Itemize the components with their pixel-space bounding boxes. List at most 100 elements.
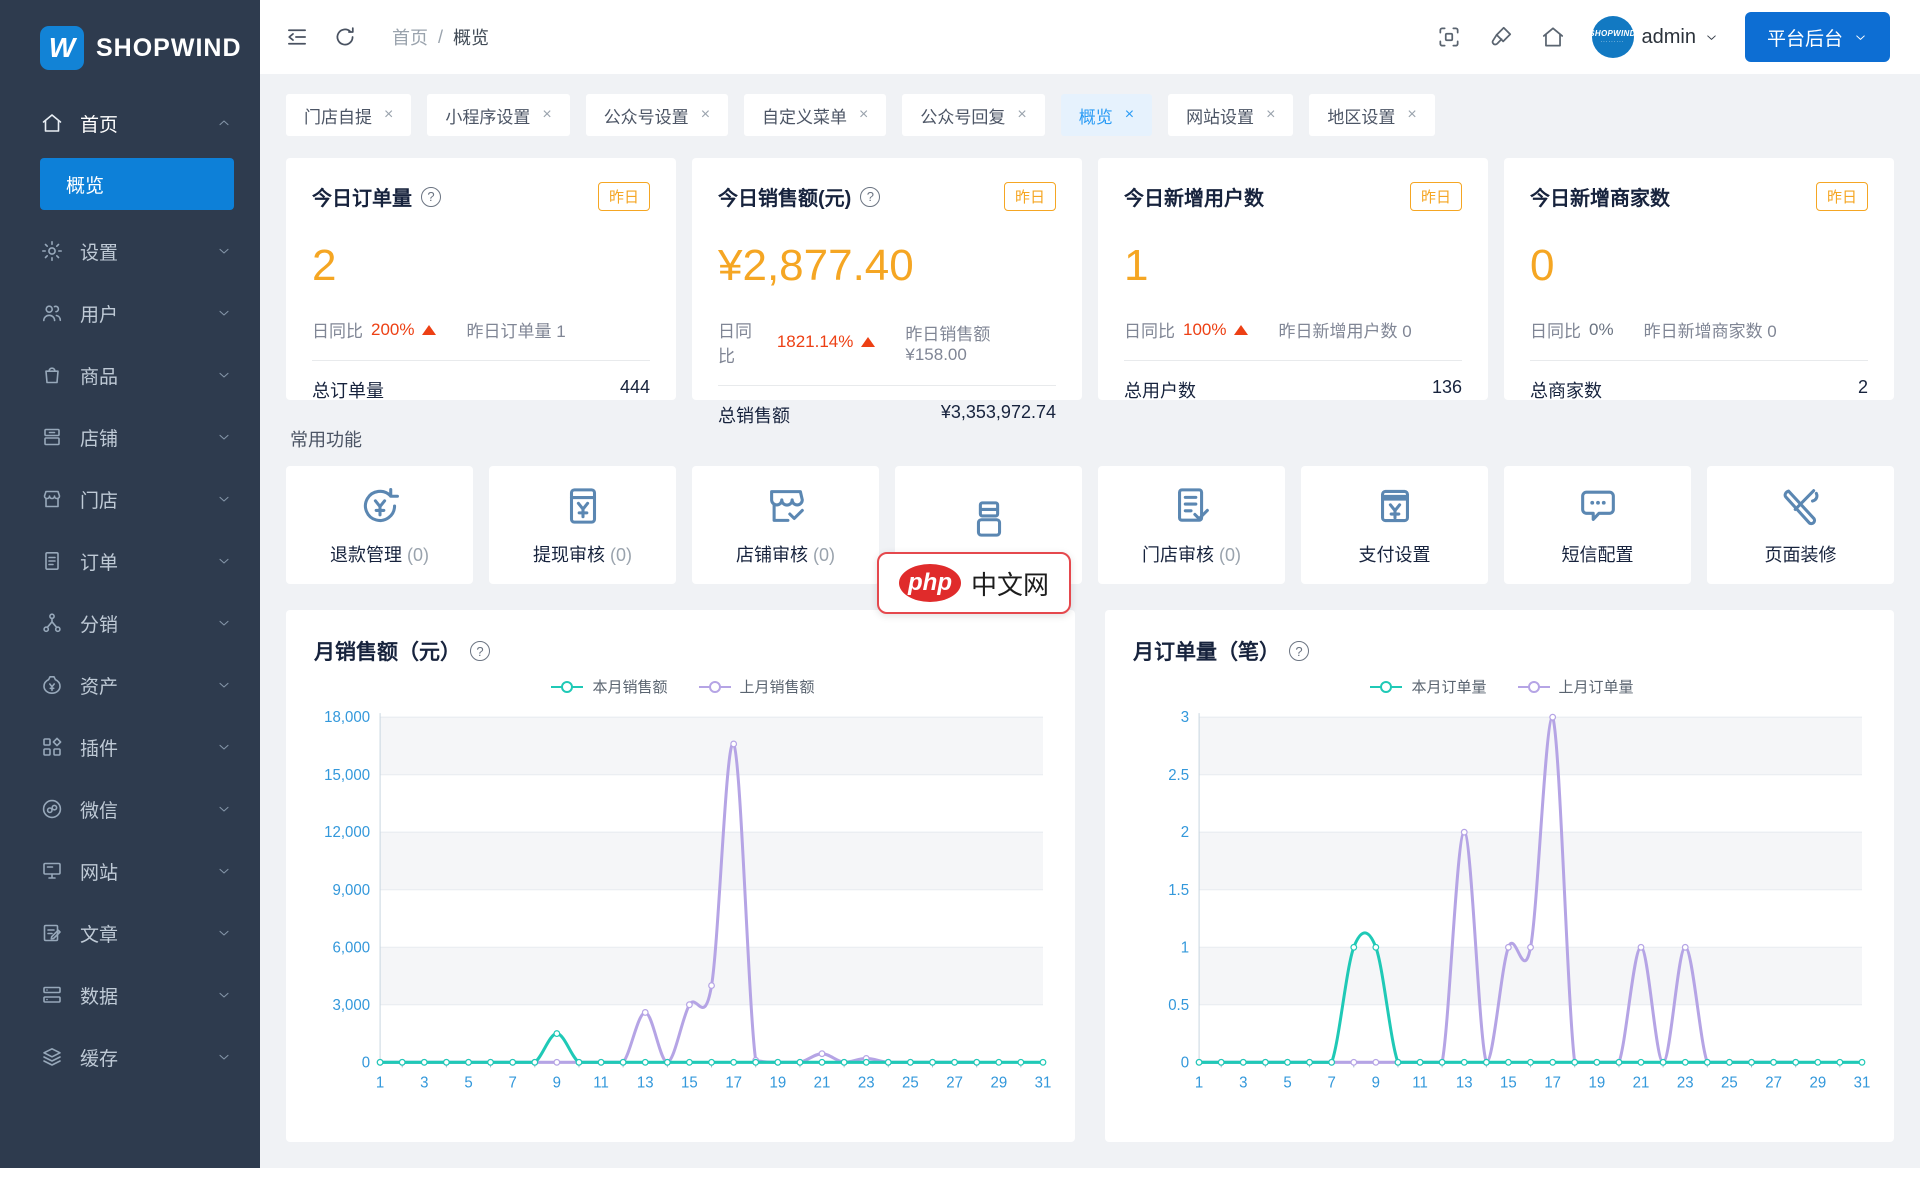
yesterday-badge[interactable]: 昨日	[597, 182, 650, 211]
sidebar-item-wechat[interactable]: 微信	[0, 778, 260, 840]
yesterday-badge[interactable]: 昨日	[1409, 182, 1462, 211]
monthly-sales-plot: 0 3,000 6,000 9,000 12,000 15,000 18,000 1 3 5 7 9 1…	[314, 705, 1051, 1109]
quick-action-storage[interactable]: php 中文网	[877, 466, 1082, 614]
stat-value: 0	[1530, 241, 1555, 290]
sidebar-item-assets[interactable]: 资产	[0, 654, 260, 716]
quick-action-withdraw-review[interactable]: 提现审核 (0)	[489, 466, 676, 584]
breadcrumb-current: 概览	[453, 28, 490, 48]
app-name: SHOPWIND	[96, 33, 242, 62]
svg-text:25: 25	[1721, 1075, 1738, 1092]
breadcrumb-home[interactable]: 首页	[392, 24, 428, 50]
svg-text:3: 3	[1181, 709, 1189, 726]
svg-text:27: 27	[1765, 1075, 1782, 1092]
tab-official-account-settings[interactable]: 公众号设置 ×	[585, 94, 729, 136]
brush-icon[interactable]	[1488, 24, 1514, 50]
svg-text:13: 13	[637, 1075, 654, 1092]
chart-title: 月销售额（元）	[314, 641, 461, 664]
sidebar-item-stores[interactable]: 门店	[0, 468, 260, 530]
svg-text:7: 7	[508, 1075, 516, 1092]
home-shortcut-icon[interactable]	[1540, 24, 1566, 50]
yesterday-badge[interactable]: 昨日	[1815, 182, 1868, 211]
tab-overview[interactable]: 概览 ×	[1060, 94, 1153, 136]
trend-up-icon	[1234, 324, 1249, 335]
platform-backend-button[interactable]: 平台后台	[1744, 12, 1890, 62]
charts-row: 月销售额（元） ? 本月销售额 上月销售额 0 3,000 6,000 9,000 12…	[260, 584, 1920, 1168]
svg-text:2.5: 2.5	[1168, 767, 1189, 784]
legend-current-month[interactable]: 本月订单量	[1369, 676, 1487, 697]
sidebar-item-overview[interactable]: 概览	[40, 158, 234, 210]
sidebar-item-orders[interactable]: 订单	[0, 530, 260, 592]
tab-region-settings[interactable]: 地区设置 ×	[1309, 94, 1435, 136]
close-icon[interactable]: ×	[1407, 106, 1416, 124]
svg-text:13: 13	[1456, 1075, 1473, 1092]
close-icon[interactable]: ×	[701, 106, 710, 124]
quick-actions-title: 常用功能	[290, 430, 362, 450]
svg-text:31: 31	[1854, 1075, 1870, 1092]
sidebar-item-website[interactable]: 网站	[0, 840, 260, 902]
help-icon[interactable]: ?	[470, 641, 490, 661]
document-check-icon	[1169, 483, 1215, 529]
avatar[interactable]: SHOPWIND ·········	[1589, 16, 1635, 58]
quick-action-shop-review[interactable]: 店铺审核 (0)	[692, 466, 879, 584]
sidebar-item-goods[interactable]: 商品	[0, 344, 260, 406]
gear-icon	[40, 239, 64, 263]
sidebar-item-data[interactable]: 数据	[0, 964, 260, 1026]
legend-current-month[interactable]: 本月销售额	[550, 676, 668, 697]
chart-title: 月订单量（笔）	[1133, 641, 1280, 664]
chevron-down-icon	[216, 801, 232, 817]
yesterday-badge[interactable]: 昨日	[1003, 182, 1056, 211]
close-icon[interactable]: ×	[1266, 106, 1275, 124]
sidebar-item-distribution[interactable]: 分销	[0, 592, 260, 654]
svg-text:9,000: 9,000	[333, 882, 371, 899]
svg-text:27: 27	[946, 1075, 963, 1092]
quick-action-sms-config[interactable]: 短信配置	[1504, 466, 1691, 584]
sidebar-item-shops[interactable]: 店铺	[0, 406, 260, 468]
help-icon[interactable]: ?	[860, 186, 881, 207]
quick-action-store-review[interactable]: 门店审核 (0)	[1098, 466, 1285, 584]
refresh-icon[interactable]	[332, 24, 358, 50]
user-menu[interactable]: SHOPWIND ········· admin	[1589, 16, 1719, 58]
tools-icon	[1778, 483, 1824, 529]
tab-store-pickup[interactable]: 门店自提 ×	[286, 94, 412, 136]
collapse-sidebar-icon[interactable]	[284, 24, 310, 50]
message-bubble-icon	[1575, 483, 1621, 529]
trend-up-icon	[861, 337, 876, 347]
close-icon[interactable]: ×	[542, 106, 551, 124]
svg-text:9: 9	[553, 1075, 561, 1092]
document-icon	[40, 549, 64, 573]
network-icon	[40, 611, 64, 635]
tab-custom-menu[interactable]: 自定义菜单 ×	[744, 94, 887, 136]
chevron-down-icon	[216, 491, 232, 507]
tab-website-settings[interactable]: 网站设置 ×	[1168, 94, 1294, 136]
quick-action-refund[interactable]: 退款管理 (0)	[286, 466, 473, 584]
sidebar-item-users[interactable]: 用户	[0, 282, 260, 344]
quick-action-payment-settings[interactable]: 支付设置	[1301, 466, 1488, 584]
sidebar-item-plugins[interactable]: 插件	[0, 716, 260, 778]
sidebar-item-articles[interactable]: 文章	[0, 902, 260, 964]
tab-official-account-reply[interactable]: 公众号回复 ×	[902, 94, 1045, 136]
legend-last-month[interactable]: 上月订单量	[1517, 676, 1634, 697]
chevron-down-icon	[216, 677, 232, 693]
help-icon[interactable]: ?	[1289, 641, 1309, 661]
chevron-down-icon	[216, 739, 232, 755]
quick-action-page-decorate[interactable]: 页面装修	[1707, 466, 1894, 584]
svg-text:3: 3	[1239, 1075, 1247, 1092]
tab-miniprogram-settings[interactable]: 小程序设置 ×	[427, 94, 570, 136]
close-icon[interactable]: ×	[1125, 106, 1134, 124]
app-window: W SHOPWIND 首页 概览 设置 用户 商品 店铺 门店 订单 分销 资产…	[0, 0, 1920, 1168]
app-logo: W SHOPWIND	[0, 0, 260, 92]
sidebar-item-home[interactable]: 首页	[0, 92, 260, 154]
layers-icon	[40, 1045, 64, 1069]
legend-last-month[interactable]: 上月销售额	[698, 676, 815, 697]
svg-text:7: 7	[1327, 1075, 1335, 1092]
sidebar-item-cache[interactable]: 缓存	[0, 1026, 260, 1088]
legend-swatch-icon	[1369, 680, 1403, 694]
sidebar-item-settings[interactable]: 设置	[0, 220, 260, 282]
close-icon[interactable]: ×	[384, 106, 393, 124]
fullscreen-icon[interactable]	[1436, 24, 1462, 50]
help-icon[interactable]: ?	[421, 186, 441, 207]
close-icon[interactable]: ×	[859, 106, 868, 124]
close-icon[interactable]: ×	[1017, 106, 1026, 124]
monthly-orders-plot: 0 0.5 1 1.5 2 2.5 3 1 3 5 7 9 11 13 15 17 19 21 23 25 27 29 31	[1133, 705, 1870, 1109]
svg-text:3: 3	[420, 1075, 428, 1092]
